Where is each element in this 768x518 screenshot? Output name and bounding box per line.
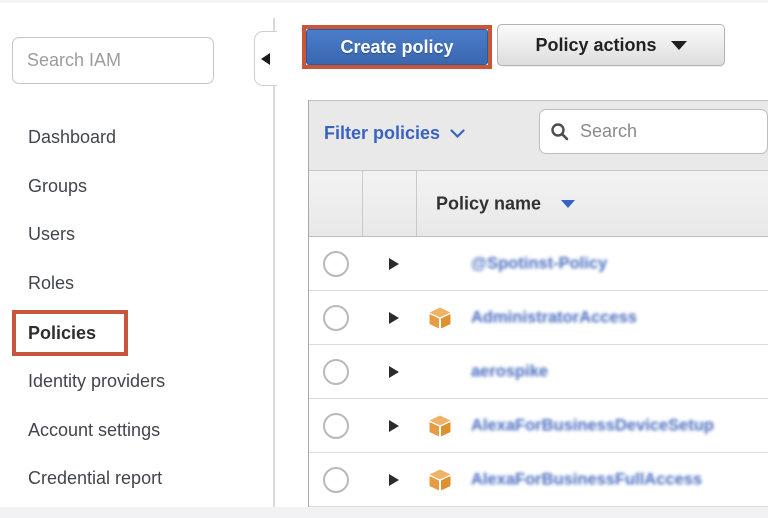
sidebar-item-dashboard[interactable]: Dashboard	[28, 127, 116, 148]
aws-managed-policy-icon	[429, 469, 451, 491]
sidebar-item-groups[interactable]: Groups	[28, 176, 87, 197]
table-row: @Spotinst-Policy	[309, 237, 768, 291]
aws-managed-policy-icon	[429, 415, 451, 437]
expand-row-icon[interactable]	[389, 420, 399, 432]
row-radio-button[interactable]	[323, 467, 349, 493]
sidebar-collapse-tab[interactable]	[254, 31, 277, 86]
sidebar-item-policies[interactable]: Policies	[28, 323, 96, 344]
expand-row-icon[interactable]	[389, 258, 399, 270]
column-divider	[416, 171, 417, 236]
table-row: AdministratorAccess	[309, 291, 768, 345]
top-edge-strip	[0, 0, 768, 3]
sidebar-item-credential-report[interactable]: Credential report	[28, 468, 162, 489]
aws-managed-policy-icon	[429, 307, 451, 329]
policy-actions-button[interactable]: Policy actions	[497, 24, 725, 66]
column-divider	[362, 171, 363, 236]
filter-policies-label: Filter policies	[324, 123, 440, 144]
create-policy-highlight-box: Create policy	[302, 25, 492, 69]
row-radio-button[interactable]	[323, 359, 349, 385]
policy-actions-label: Policy actions	[535, 35, 656, 56]
policies-table: Filter policies Policy name @Spo	[308, 100, 768, 507]
policy-search-input[interactable]	[578, 120, 757, 143]
create-policy-button[interactable]: Create policy	[306, 29, 488, 65]
policy-name-link[interactable]: @Spotinst-Policy	[471, 254, 607, 273]
bottom-edge-strip	[0, 507, 768, 518]
iam-console-screen: Dashboard Groups Users Roles Policies Id…	[0, 0, 768, 518]
table-header: Policy name	[309, 171, 768, 237]
row-radio-button[interactable]	[323, 305, 349, 331]
policy-name-link[interactable]: AlexaForBusinessFullAccess	[471, 470, 702, 489]
policy-name-link[interactable]: AlexaForBusinessDeviceSetup	[471, 416, 714, 435]
sidebar-divider	[273, 18, 275, 507]
iam-search-input[interactable]	[12, 37, 214, 84]
sidebar-item-users[interactable]: Users	[28, 224, 75, 245]
sidebar-item-account-settings[interactable]: Account settings	[28, 420, 160, 441]
expand-row-icon[interactable]	[389, 312, 399, 324]
filter-policies-dropdown[interactable]: Filter policies	[324, 123, 465, 144]
table-row: AlexaForBusinessDeviceSetup	[309, 399, 768, 453]
expand-row-icon[interactable]	[389, 474, 399, 486]
policy-search-box[interactable]	[539, 109, 768, 154]
chevron-down-icon	[450, 129, 465, 139]
caret-down-icon	[671, 41, 687, 50]
policy-name-link[interactable]: aerospike	[471, 362, 548, 381]
row-radio-button[interactable]	[323, 413, 349, 439]
sidebar-item-identity-providers[interactable]: Identity providers	[28, 371, 165, 392]
expand-row-icon[interactable]	[389, 366, 399, 378]
row-radio-button[interactable]	[323, 251, 349, 277]
column-header-policy-name[interactable]: Policy name	[436, 193, 541, 214]
policies-highlight-box: Policies	[12, 310, 128, 356]
table-row: AlexaForBusinessFullAccess	[309, 453, 768, 507]
search-icon	[550, 122, 570, 142]
table-row: aerospike	[309, 345, 768, 399]
collapse-left-triangle-icon	[261, 53, 270, 65]
sidebar-item-roles[interactable]: Roles	[28, 273, 74, 294]
policy-name-link[interactable]: AdministratorAccess	[471, 308, 637, 327]
filter-bar: Filter policies	[309, 101, 768, 171]
sort-caret-down-icon	[561, 200, 575, 208]
